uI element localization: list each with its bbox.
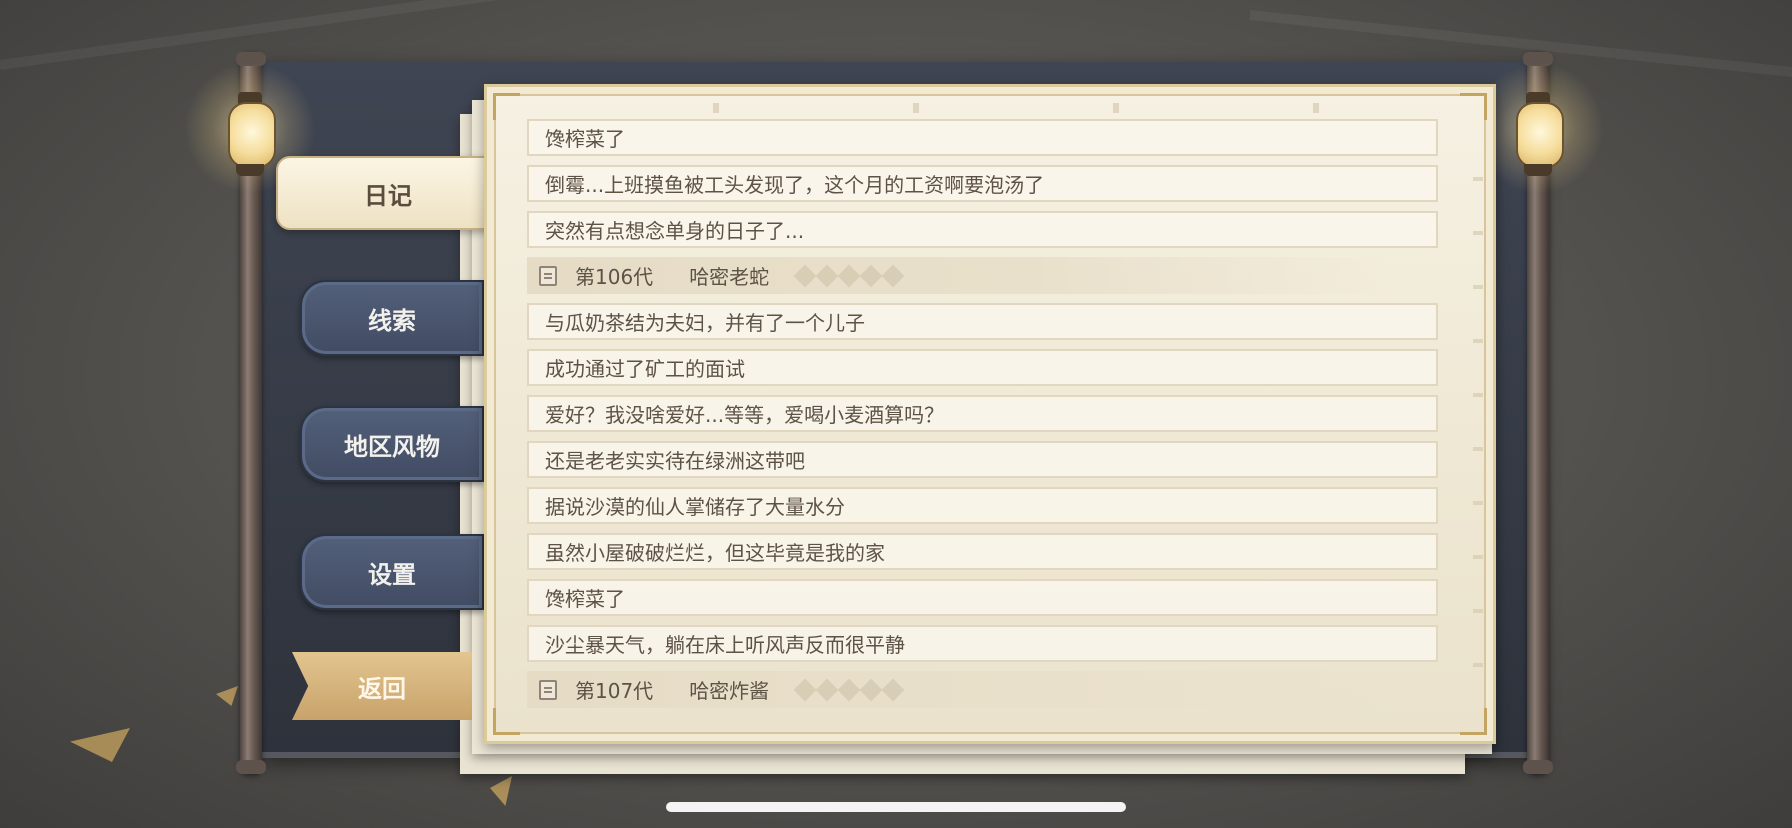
corner-ornament [493, 93, 520, 120]
corner-ornament [1460, 93, 1487, 120]
background-beam [0, 0, 595, 70]
generation-header: 第107代 哈密炸酱 [527, 671, 1438, 708]
diary-page: 馋榨菜了 倒霉...上班摸鱼被工头发现了，这个月的工资啊要泡汤了 突然有点想念单身的… [484, 84, 1496, 744]
document-icon [539, 265, 557, 286]
gold-shard [70, 728, 130, 762]
ruler-top [527, 103, 1453, 113]
tab-regional-features[interactable]: 地区风物 [300, 406, 484, 482]
lantern-icon [184, 62, 316, 194]
diamond-ornament [793, 264, 905, 287]
gold-shard [216, 686, 238, 706]
diary-entry: 突然有点想念单身的日子了... [527, 211, 1438, 248]
ruler-right [1473, 127, 1483, 701]
gold-shard [490, 776, 512, 806]
tab-diary[interactable]: 日记 [276, 156, 500, 230]
generation-number: 第106代 [575, 265, 654, 289]
diary-entry: 成功通过了矿工的面试 [527, 349, 1438, 386]
lantern-icon [1472, 62, 1604, 194]
diary-entry: 馋榨菜了 [527, 579, 1438, 616]
generation-header: 第106代 哈密老蛇 [527, 257, 1438, 294]
diary-entry: 馋榨菜了 [527, 119, 1438, 156]
diary-entry: 据说沙漠的仙人掌储存了大量水分 [527, 487, 1438, 524]
diary-entry: 还是老老实实待在绿洲这带吧 [527, 441, 1438, 478]
character-name: 哈密老蛇 [689, 265, 770, 289]
back-button[interactable]: 返回 [292, 652, 472, 720]
home-indicator[interactable] [666, 802, 1126, 812]
diamond-ornament [793, 678, 905, 701]
corner-ornament [1460, 708, 1487, 735]
tab-clues[interactable]: 线索 [300, 280, 484, 356]
diary-entry: 虽然小屋破破烂烂，但这毕竟是我的家 [527, 533, 1438, 570]
diary-entry-list[interactable]: 馋榨菜了 倒霉...上班摸鱼被工头发现了，这个月的工资啊要泡汤了 突然有点想念单身的… [527, 119, 1438, 717]
generation-number: 第107代 [575, 679, 654, 703]
diary-entry: 沙尘暴天气，躺在床上听风声反而很平静 [527, 625, 1438, 662]
diary-entry: 爱好？我没啥爱好...等等，爱喝小麦酒算吗？ [527, 395, 1438, 432]
diary-entry: 与瓜奶茶结为夫妇，并有了一个儿子 [527, 303, 1438, 340]
document-icon [539, 679, 557, 700]
diary-entry: 倒霉...上班摸鱼被工头发现了，这个月的工资啊要泡汤了 [527, 165, 1438, 202]
corner-ornament [493, 708, 520, 735]
tab-settings[interactable]: 设置 [300, 534, 484, 610]
character-name: 哈密炸酱 [689, 679, 770, 703]
